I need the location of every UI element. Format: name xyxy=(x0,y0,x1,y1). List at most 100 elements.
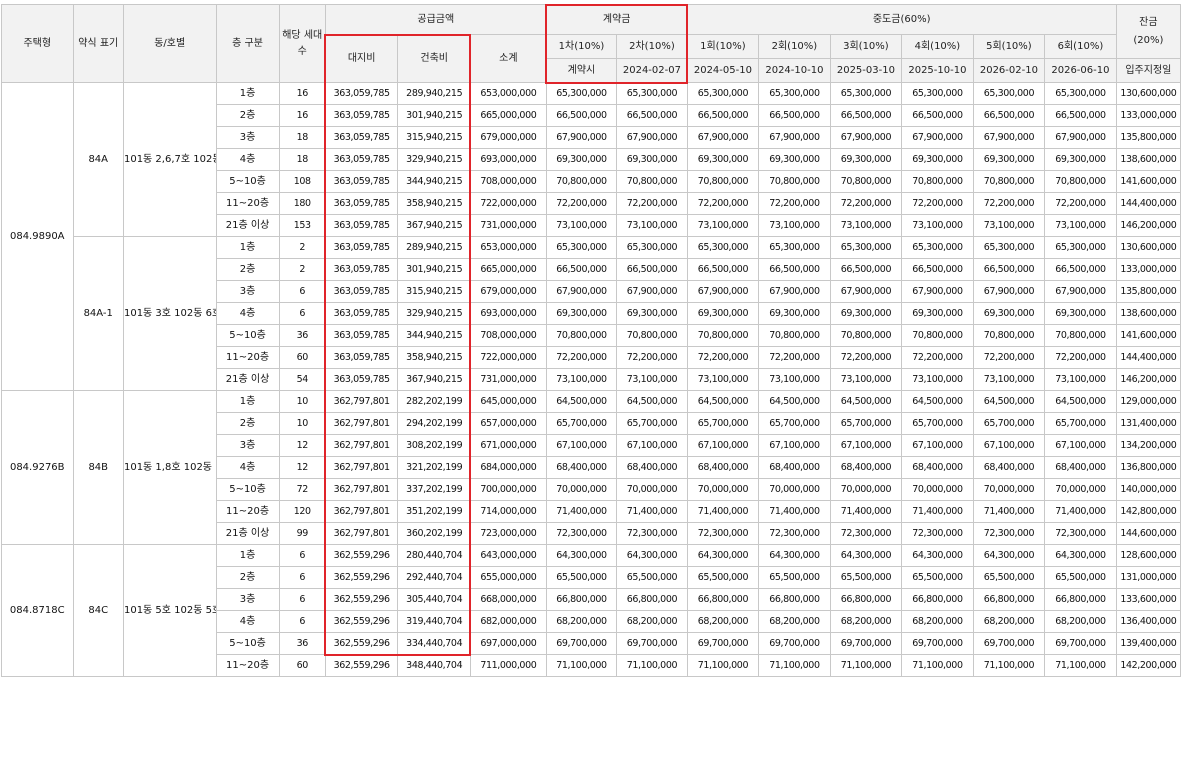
header-balance-date: 입주지정일 xyxy=(1115,58,1182,83)
amount-cell: 64,500,000 xyxy=(758,390,831,413)
floor-cell: 11~20층 xyxy=(215,654,280,677)
floor-cell: 4층 xyxy=(215,456,280,479)
amount-cell: 65,700,000 xyxy=(758,412,831,435)
amount-cell: 141,600,000 xyxy=(1115,324,1182,347)
amount-cell: 66,800,000 xyxy=(686,588,760,611)
amount-cell: 69,300,000 xyxy=(616,148,688,171)
amount-cell: 363,059,785 xyxy=(324,214,399,237)
amount-cell: 722,000,000 xyxy=(469,346,547,369)
amount-cell: 305,440,704 xyxy=(397,588,471,611)
amount-cell: 69,700,000 xyxy=(545,632,618,655)
amount-cell: 66,500,000 xyxy=(616,258,688,281)
amount-cell: 67,900,000 xyxy=(758,126,831,149)
amount-cell: 72,200,000 xyxy=(616,346,688,369)
amount-cell: 363,059,785 xyxy=(324,280,399,303)
amount-cell: 72,300,000 xyxy=(545,522,618,545)
house-type-cell: 084.9276B xyxy=(1,390,74,545)
amount-cell: 344,940,215 xyxy=(397,170,471,193)
amount-cell: 72,200,000 xyxy=(545,346,618,369)
amount-cell: 363,059,785 xyxy=(324,148,399,171)
supply-price-table: 주택형 약식 표기 동/호별 층 구분 해당 세대수 공급금액 계약금 중도금(… xyxy=(1,4,1182,677)
amount-cell: 64,500,000 xyxy=(1044,390,1117,413)
amount-cell: 144,600,000 xyxy=(1115,522,1182,545)
units-cell: 12 xyxy=(278,456,326,479)
amount-cell: 131,000,000 xyxy=(1115,566,1182,589)
amount-cell: 71,400,000 xyxy=(901,500,974,523)
floor-cell: 3층 xyxy=(215,434,280,457)
amount-cell: 65,500,000 xyxy=(972,566,1046,589)
floor-cell: 11~20층 xyxy=(215,346,280,369)
amount-cell: 68,400,000 xyxy=(1044,456,1117,479)
amount-cell: 693,000,000 xyxy=(469,302,547,325)
amount-cell: 133,000,000 xyxy=(1115,258,1182,281)
amount-cell: 362,797,801 xyxy=(324,390,399,413)
amount-cell: 72,200,000 xyxy=(829,192,903,215)
amount-cell: 69,300,000 xyxy=(686,302,760,325)
amount-cell: 72,300,000 xyxy=(758,522,831,545)
amount-cell: 363,059,785 xyxy=(324,236,399,259)
amount-cell: 71,400,000 xyxy=(1044,500,1117,523)
amount-cell: 334,440,704 xyxy=(397,632,471,655)
amount-cell: 73,100,000 xyxy=(686,368,760,391)
amount-cell: 65,500,000 xyxy=(545,566,618,589)
header-subtotal: 소계 xyxy=(469,34,547,83)
amount-cell: 142,200,000 xyxy=(1115,654,1182,677)
amount-cell: 66,500,000 xyxy=(758,104,831,127)
amount-cell: 292,440,704 xyxy=(397,566,471,589)
amount-cell: 71,400,000 xyxy=(972,500,1046,523)
amount-cell: 65,300,000 xyxy=(545,236,618,259)
amount-cell: 135,800,000 xyxy=(1115,126,1182,149)
amount-cell: 71,400,000 xyxy=(829,500,903,523)
amount-cell: 65,500,000 xyxy=(616,566,688,589)
amount-cell: 64,500,000 xyxy=(829,390,903,413)
header-land: 대지비 xyxy=(324,34,399,83)
units-cell: 6 xyxy=(278,588,326,611)
amount-cell: 315,940,215 xyxy=(397,126,471,149)
dong-ho-cell: 101동 5호 102동 5호 103동 5호 104동 5호 105동 5호 … xyxy=(122,544,217,677)
amount-cell: 129,000,000 xyxy=(1115,390,1182,413)
amount-cell: 67,900,000 xyxy=(758,280,831,303)
units-cell: 153 xyxy=(278,214,326,237)
amount-cell: 135,800,000 xyxy=(1115,280,1182,303)
amount-cell: 360,202,199 xyxy=(397,522,471,545)
amount-cell: 130,600,000 xyxy=(1115,82,1182,105)
header-balance-label: 잔금 xyxy=(1139,16,1158,28)
amount-cell: 69,300,000 xyxy=(758,302,831,325)
amount-cell: 65,700,000 xyxy=(972,412,1046,435)
amount-cell: 71,100,000 xyxy=(686,654,760,677)
amount-cell: 363,059,785 xyxy=(324,368,399,391)
header-mid-6: 6회(10%) xyxy=(1044,34,1117,59)
amount-cell: 68,200,000 xyxy=(972,610,1046,633)
floor-cell: 1층 xyxy=(215,236,280,259)
amount-cell: 665,000,000 xyxy=(469,104,547,127)
units-cell: 72 xyxy=(278,478,326,501)
amount-cell: 65,300,000 xyxy=(616,236,688,259)
amount-cell: 69,300,000 xyxy=(972,148,1046,171)
type-cell: 84A-1 xyxy=(72,236,124,391)
amount-cell: 301,940,215 xyxy=(397,258,471,281)
amount-cell: 70,000,000 xyxy=(758,478,831,501)
amount-cell: 367,940,215 xyxy=(397,368,471,391)
amount-cell: 64,300,000 xyxy=(616,544,688,567)
amount-cell: 70,800,000 xyxy=(901,324,974,347)
amount-cell: 128,600,000 xyxy=(1115,544,1182,567)
amount-cell: 363,059,785 xyxy=(324,104,399,127)
header-dep1-date: 계약시 xyxy=(545,58,618,83)
header-house-type: 주택형 xyxy=(1,4,74,83)
amount-cell: 70,000,000 xyxy=(1044,478,1117,501)
amount-cell: 280,440,704 xyxy=(397,544,471,567)
units-cell: 108 xyxy=(278,170,326,193)
amount-cell: 731,000,000 xyxy=(469,368,547,391)
floor-cell: 21층 이상 xyxy=(215,214,280,237)
amount-cell: 348,440,704 xyxy=(397,654,471,677)
amount-cell: 71,100,000 xyxy=(545,654,618,677)
amount-cell: 70,000,000 xyxy=(901,478,974,501)
amount-cell: 67,900,000 xyxy=(616,126,688,149)
amount-cell: 329,940,215 xyxy=(397,302,471,325)
header-mid-2-date: 2024-10-10 xyxy=(758,58,831,83)
amount-cell: 73,100,000 xyxy=(616,368,688,391)
amount-cell: 70,800,000 xyxy=(545,324,618,347)
amount-cell: 70,800,000 xyxy=(758,324,831,347)
amount-cell: 136,800,000 xyxy=(1115,456,1182,479)
amount-cell: 67,900,000 xyxy=(545,126,618,149)
